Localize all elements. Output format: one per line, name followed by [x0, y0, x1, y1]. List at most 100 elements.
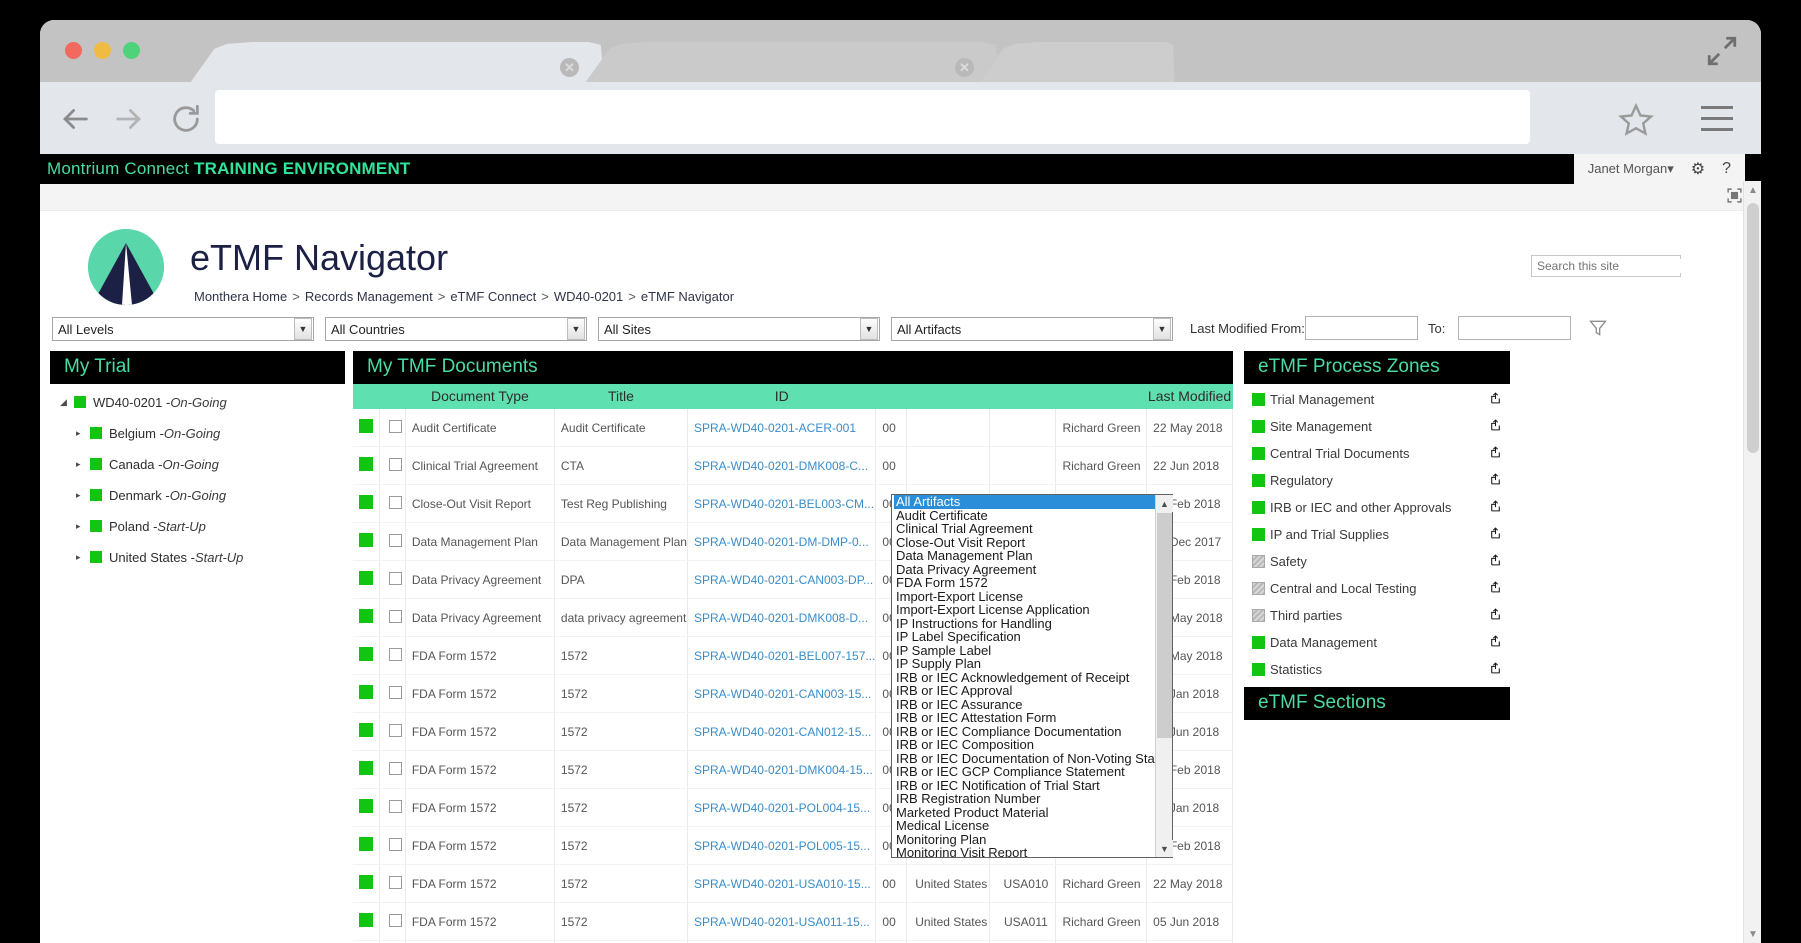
document-id-link[interactable]: SPRA-WD40-0201-USA010-15... [694, 877, 871, 891]
levels-select[interactable]: All Levels ▼ [52, 317, 314, 341]
scrollbar-thumb[interactable] [1157, 513, 1172, 738]
breadcrumb-item[interactable]: eTMF Navigator [641, 289, 734, 304]
page-scrollbar-thumb[interactable] [1747, 203, 1759, 453]
dropdown-option[interactable]: IRB or IEC Approval [894, 684, 1155, 698]
tree-node[interactable]: ▸ Denmark - On-Going [54, 485, 345, 505]
document-id-link[interactable]: SPRA-WD40-0201-DMK004-15... [694, 763, 873, 777]
dropdown-option[interactable]: IP Instructions for Handling [894, 616, 1155, 631]
chevron-down-icon[interactable]: ▼ [860, 318, 878, 340]
row-checkbox[interactable] [388, 837, 402, 851]
process-zone-item[interactable]: Third parties [1244, 606, 1510, 624]
dropdown-option[interactable]: IRB or IEC Documentation of Non-Voting S… [894, 751, 1155, 766]
document-id-link[interactable]: SPRA-WD40-0201-DM-DMP-0... [694, 535, 869, 549]
row-select-cell[interactable] [379, 750, 406, 789]
column-header[interactable] [989, 384, 1056, 409]
row-checkbox[interactable] [388, 685, 402, 699]
tree-twisty-icon[interactable]: ▸ [76, 521, 90, 532]
tree-node[interactable]: ▸ Poland - Start-Up [54, 516, 345, 536]
document-id-cell[interactable]: SPRA-WD40-0201-POL005-15... [687, 826, 877, 865]
document-id-cell[interactable]: SPRA-WD40-0201-CAN003-DP... [687, 560, 877, 599]
row-checkbox[interactable] [388, 609, 402, 623]
row-select-cell[interactable] [379, 788, 406, 827]
row-select-cell[interactable] [379, 712, 406, 751]
artifacts-dropdown-options[interactable]: All Artifacts Audit Certificate Clinical T… [892, 495, 1155, 857]
document-id-cell[interactable]: SPRA-WD40-0201-CAN012-15... [687, 712, 877, 751]
date-to-input[interactable] [1458, 316, 1571, 340]
upload-icon[interactable] [1489, 607, 1502, 624]
chevron-down-icon[interactable]: ▼ [567, 318, 585, 340]
forward-arrow-icon[interactable] [110, 102, 148, 136]
dropdown-option[interactable]: IRB Registration Number [894, 792, 1155, 806]
process-zone-item[interactable]: IP and Trial Supplies [1244, 525, 1510, 543]
dropdown-option[interactable]: FDA Form 1572 [894, 576, 1155, 590]
row-select-cell[interactable] [379, 598, 406, 637]
row-select-cell[interactable] [379, 674, 406, 713]
column-header[interactable]: Document Type [405, 384, 555, 409]
document-id-cell[interactable]: SPRA-WD40-0201-POL004-15... [687, 788, 877, 827]
column-header[interactable] [379, 384, 406, 409]
process-zone-item[interactable]: Central Trial Documents [1244, 444, 1510, 462]
dropdown-option[interactable]: Clinical Trial Agreement [894, 522, 1155, 536]
tab-close-icon[interactable]: ✕ [560, 58, 579, 77]
document-id-cell[interactable]: SPRA-WD40-0201-USA011-15... [687, 902, 877, 941]
document-id-link[interactable]: SPRA-WD40-0201-BEL007-157... [694, 649, 875, 663]
page-scrollbar[interactable]: ▲ ▼ [1743, 181, 1761, 943]
document-id-link[interactable]: SPRA-WD40-0201-CAN012-15... [694, 725, 871, 739]
etmf-sections-title[interactable]: eTMF Sections [1244, 687, 1510, 720]
dropdown-option[interactable]: Audit Certificate [894, 508, 1155, 523]
address-bar[interactable] [215, 90, 1530, 144]
scroll-down-icon[interactable]: ▼ [1744, 925, 1761, 943]
dropdown-option[interactable]: IRB or IEC Assurance [894, 697, 1155, 712]
date-from-input[interactable] [1305, 316, 1418, 340]
tree-twisty-icon[interactable]: ▸ [76, 459, 90, 470]
user-menu[interactable]: Janet Morgan▾ [1588, 161, 1674, 177]
row-select-cell[interactable] [379, 446, 406, 485]
document-id-link[interactable]: SPRA-WD40-0201-ACER-001 [694, 421, 856, 435]
document-id-cell[interactable]: SPRA-WD40-0201-CAN003-15... [687, 674, 877, 713]
scroll-up-icon[interactable]: ▲ [1744, 181, 1761, 199]
process-zone-item[interactable]: Safety [1244, 552, 1510, 570]
row-select-cell[interactable] [379, 902, 406, 941]
row-select-cell[interactable] [379, 636, 406, 675]
column-header[interactable] [353, 384, 380, 409]
dropdown-option[interactable]: Monitoring Visit Report [894, 846, 1155, 857]
expand-window-icon[interactable] [1705, 34, 1739, 68]
scroll-down-icon[interactable]: ▼ [1156, 840, 1173, 857]
row-checkbox[interactable] [388, 457, 402, 471]
row-checkbox[interactable] [388, 761, 402, 775]
process-zone-item[interactable]: Site Management [1244, 417, 1510, 435]
document-id-cell[interactable]: SPRA-WD40-0201-BEL007-157... [687, 636, 877, 675]
row-checkbox[interactable] [388, 571, 402, 585]
chevron-down-icon[interactable]: ▼ [1153, 318, 1171, 340]
scroll-up-icon[interactable]: ▲ [1156, 495, 1173, 512]
row-select-cell[interactable] [379, 560, 406, 599]
document-id-cell[interactable]: SPRA-WD40-0201-DMK008-C... [687, 446, 877, 485]
dropdown-option[interactable]: IP Supply Plan [894, 657, 1155, 671]
process-zone-item[interactable]: Central and Local Testing [1244, 579, 1510, 597]
document-id-link[interactable]: SPRA-WD40-0201-POL004-15... [694, 801, 870, 815]
help-icon[interactable]: ? [1722, 160, 1731, 178]
breadcrumb-item[interactable]: Records Management [305, 289, 433, 304]
table-row[interactable]: FDA Form 15721572 SPRA-WD40-0201-USA011-1… [353, 902, 1233, 941]
row-checkbox[interactable] [388, 913, 402, 927]
back-arrow-icon[interactable] [56, 102, 94, 136]
upload-icon[interactable] [1489, 580, 1502, 597]
dropdown-option[interactable]: IP Sample Label [894, 643, 1155, 658]
column-header[interactable] [875, 384, 907, 409]
table-row[interactable]: Clinical Trial Agreement CTA SPRA-WD40-020… [353, 446, 1233, 485]
document-id-cell[interactable]: SPRA-WD40-0201-DMK004-15... [687, 750, 877, 789]
tree-twisty-icon[interactable]: ◢ [60, 397, 74, 408]
upload-icon[interactable] [1489, 499, 1502, 516]
breadcrumb-item[interactable]: Monthera Home [194, 289, 287, 304]
tree-node[interactable]: ◢ WD40-0201 - On-Going [54, 392, 345, 412]
process-zone-item[interactable]: Statistics [1244, 660, 1510, 678]
upload-icon[interactable] [1489, 472, 1502, 489]
sites-select[interactable]: All Sites ▼ [598, 317, 880, 341]
dropdown-option[interactable]: All Artifacts [894, 495, 1155, 509]
row-checkbox[interactable] [388, 533, 402, 547]
dropdown-option[interactable]: Import-Export License Application [894, 603, 1155, 617]
artifacts-dropdown-list[interactable]: All Artifacts Audit Certificate Clinical T… [891, 494, 1173, 858]
breadcrumb-item[interactable]: WD40-0201 [554, 289, 623, 304]
row-checkbox[interactable] [388, 647, 402, 661]
focus-mode-icon[interactable] [1726, 187, 1743, 204]
